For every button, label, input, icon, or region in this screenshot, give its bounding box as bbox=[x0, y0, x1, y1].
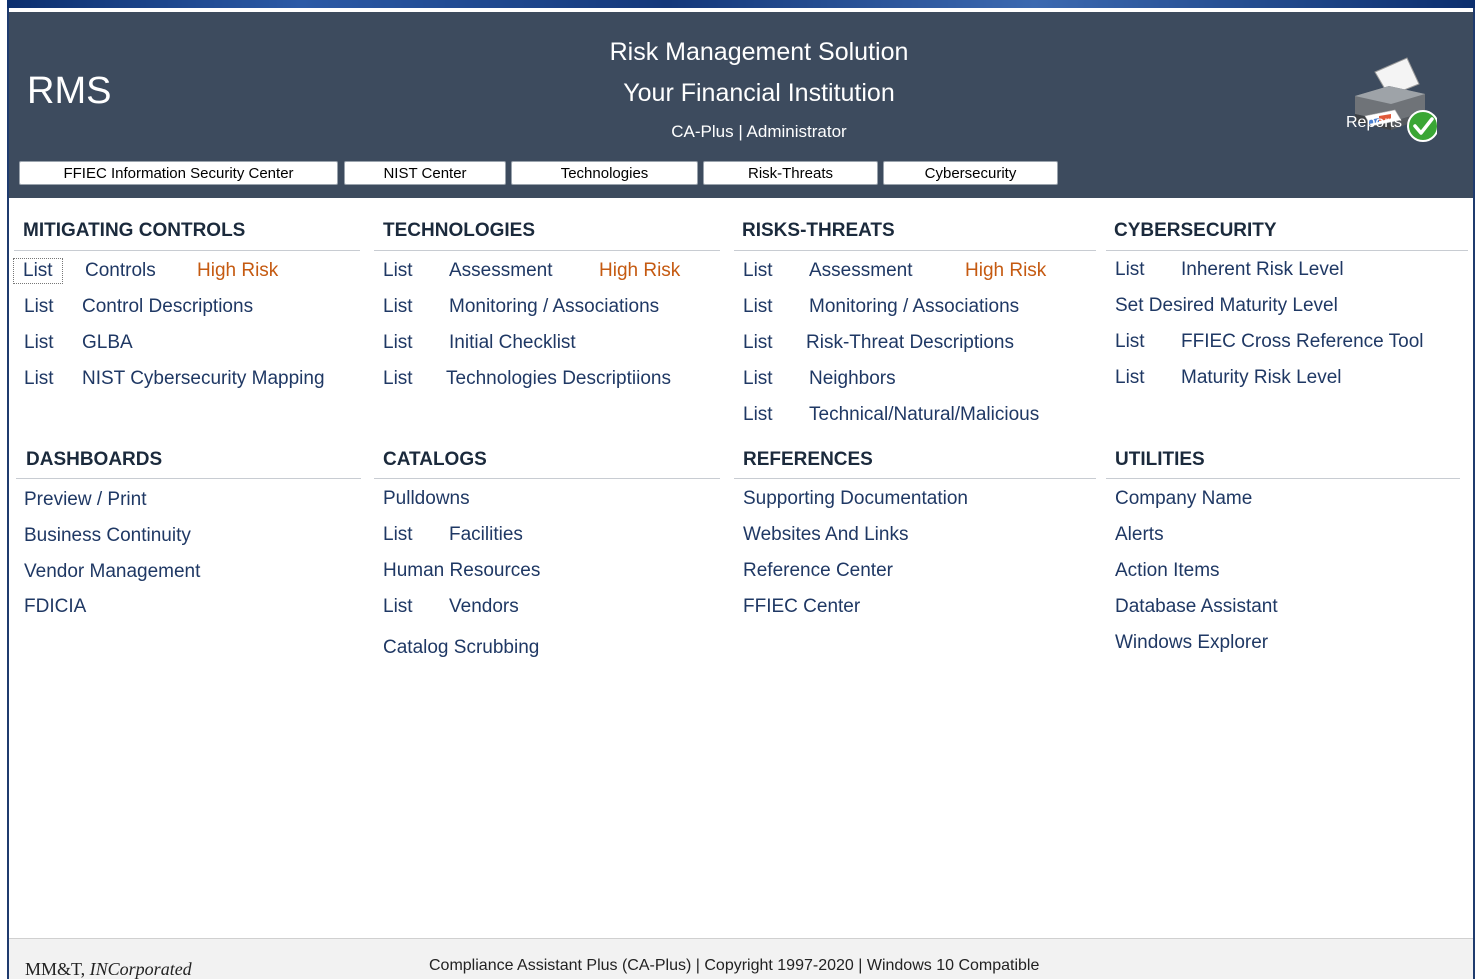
action-items-link[interactable]: Action Items bbox=[1115, 560, 1220, 582]
control-descriptions-link[interactable]: Control Descriptions bbox=[82, 296, 253, 318]
maturity-risk-level-link[interactable]: Maturity Risk Level bbox=[1181, 367, 1342, 389]
supporting-documentation-link[interactable]: Supporting Documentation bbox=[743, 488, 968, 510]
dashboards-heading: DASHBOARDS bbox=[26, 449, 163, 470]
section-divider bbox=[1106, 250, 1468, 251]
tech-assessment-list-link[interactable]: List bbox=[383, 260, 413, 282]
control-descriptions-list-link[interactable]: List bbox=[24, 296, 54, 318]
fdicia-link[interactable]: FDICIA bbox=[24, 596, 86, 618]
copyright-text: Compliance Assistant Plus (CA-Plus) | Co… bbox=[429, 957, 1040, 974]
section-divider bbox=[734, 478, 1096, 479]
set-desired-maturity-level-link[interactable]: Set Desired Maturity Level bbox=[1115, 295, 1338, 317]
database-assistant-link[interactable]: Database Assistant bbox=[1115, 596, 1278, 618]
footer: MM&T, INCorporated Compliance Assistant … bbox=[9, 939, 1473, 979]
risk-descriptions-list-link[interactable]: List bbox=[743, 332, 773, 354]
catalog-scrubbing-link[interactable]: Catalog Scrubbing bbox=[383, 637, 539, 659]
catalogs-heading: CATALOGS bbox=[383, 449, 487, 470]
nist-cybersecurity-mapping-link[interactable]: NIST Cybersecurity Mapping bbox=[82, 368, 325, 390]
risk-assessment-link[interactable]: Assessment bbox=[809, 260, 912, 282]
facilities-list-link[interactable]: List bbox=[383, 524, 413, 546]
maturity-risk-list-link[interactable]: List bbox=[1115, 367, 1145, 389]
facilities-link[interactable]: Facilities bbox=[449, 524, 523, 546]
section-divider bbox=[1106, 478, 1460, 479]
mitigating-controls-heading: MITIGATING CONTROLS bbox=[23, 220, 246, 241]
risk-assessment-list-link[interactable]: List bbox=[743, 260, 773, 282]
technical-natural-malicious-link[interactable]: Technical/Natural/Malicious bbox=[809, 404, 1039, 426]
pulldowns-link[interactable]: Pulldowns bbox=[383, 488, 470, 510]
section-divider bbox=[734, 250, 1096, 251]
risks-threats-heading: RISKS-THREATS bbox=[742, 220, 895, 241]
section-divider bbox=[374, 478, 720, 479]
vendor-management-link[interactable]: Vendor Management bbox=[24, 561, 200, 583]
company-name-link[interactable]: Company Name bbox=[1115, 488, 1252, 510]
section-divider bbox=[14, 250, 360, 251]
technologies-button[interactable]: Technologies bbox=[511, 161, 698, 185]
tech-monitoring-list-link[interactable]: List bbox=[383, 296, 413, 318]
company-name: MM&T, INCorporated bbox=[25, 959, 192, 980]
risk-threats-button[interactable]: Risk-Threats bbox=[703, 161, 878, 185]
websites-and-links-link[interactable]: Websites And Links bbox=[743, 524, 908, 546]
controls-link[interactable]: Controls bbox=[85, 260, 156, 282]
initial-checklist-link[interactable]: Initial Checklist bbox=[449, 332, 576, 354]
reports-label: Reports bbox=[1346, 114, 1403, 131]
alerts-link[interactable]: Alerts bbox=[1115, 524, 1164, 546]
business-continuity-link[interactable]: Business Continuity bbox=[24, 525, 191, 547]
section-divider bbox=[16, 478, 361, 479]
reference-center-link[interactable]: Reference Center bbox=[743, 560, 893, 582]
controls-list-link[interactable]: List bbox=[13, 258, 63, 284]
ffiec-center-link[interactable]: FFIEC Center bbox=[743, 596, 860, 618]
cybersecurity-button[interactable]: Cybersecurity bbox=[883, 161, 1058, 185]
technologies-descriptions-link[interactable]: Technologies Descriptiions bbox=[446, 368, 671, 390]
ffiec-cross-reference-tool-link[interactable]: FFIEC Cross Reference Tool bbox=[1181, 331, 1424, 353]
vendors-link[interactable]: Vendors bbox=[449, 596, 519, 618]
vendors-list-link[interactable]: List bbox=[383, 596, 413, 618]
inherent-risk-list-link[interactable]: List bbox=[1115, 259, 1145, 281]
utilities-heading: UTILITIES bbox=[1115, 449, 1205, 470]
header: RMS Risk Management Solution Your Financ… bbox=[9, 12, 1473, 198]
tech-high-risk-link[interactable]: High Risk bbox=[599, 260, 680, 282]
technical-natural-malicious-list-link[interactable]: List bbox=[743, 404, 773, 426]
nist-mapping-list-link[interactable]: List bbox=[24, 368, 54, 390]
tech-descriptions-list-link[interactable]: List bbox=[383, 368, 413, 390]
user-role-line: CA-Plus | Administrator bbox=[671, 122, 847, 141]
company-suffix: INCorporated bbox=[89, 959, 192, 979]
reports-button[interactable]: Reports bbox=[1345, 56, 1439, 144]
neighbors-list-link[interactable]: List bbox=[743, 368, 773, 390]
risk-threat-descriptions-link[interactable]: Risk-Threat Descriptions bbox=[806, 332, 1014, 354]
glba-link[interactable]: GLBA bbox=[82, 332, 133, 354]
company-prefix: MM&T, bbox=[25, 959, 90, 979]
windows-explorer-link[interactable]: Windows Explorer bbox=[1115, 632, 1268, 654]
inherent-risk-level-link[interactable]: Inherent Risk Level bbox=[1181, 259, 1344, 281]
neighbors-link[interactable]: Neighbors bbox=[809, 368, 896, 390]
technologies-heading: TECHNOLOGIES bbox=[383, 220, 536, 241]
risk-high-risk-link[interactable]: High Risk bbox=[965, 260, 1046, 282]
cybersecurity-heading: CYBERSECURITY bbox=[1114, 220, 1277, 241]
references-heading: REFERENCES bbox=[743, 449, 873, 470]
human-resources-link[interactable]: Human Resources bbox=[383, 560, 540, 582]
section-divider bbox=[374, 250, 720, 251]
ffiec-information-security-center-button[interactable]: FFIEC Information Security Center bbox=[19, 161, 338, 185]
risk-monitoring-associations-link[interactable]: Monitoring / Associations bbox=[809, 296, 1019, 318]
risk-monitoring-list-link[interactable]: List bbox=[743, 296, 773, 318]
tech-checklist-list-link[interactable]: List bbox=[383, 332, 413, 354]
tech-assessment-link[interactable]: Assessment bbox=[449, 260, 552, 282]
preview-print-link[interactable]: Preview / Print bbox=[24, 489, 146, 511]
app-title: Risk Management Solution bbox=[609, 38, 909, 66]
controls-high-risk-link[interactable]: High Risk bbox=[197, 260, 278, 282]
tech-monitoring-associations-link[interactable]: Monitoring / Associations bbox=[449, 296, 659, 318]
nist-center-button[interactable]: NIST Center bbox=[344, 161, 506, 185]
ffiec-cross-reference-list-link[interactable]: List bbox=[1115, 331, 1145, 353]
institution-name: Your Financial Institution bbox=[623, 79, 895, 107]
glba-list-link[interactable]: List bbox=[24, 332, 54, 354]
